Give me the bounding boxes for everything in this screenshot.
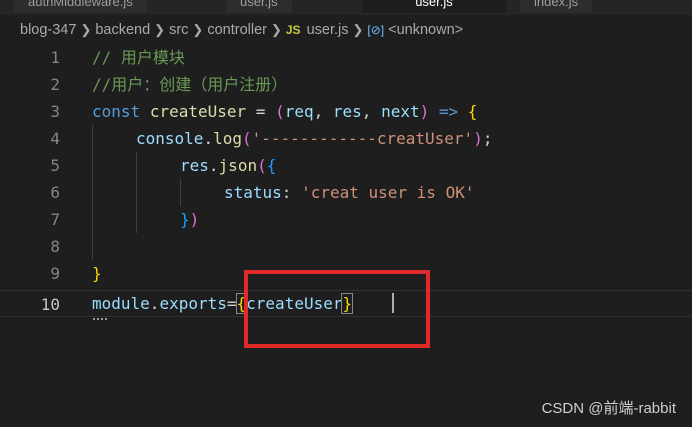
code-brace: { bbox=[266, 156, 277, 175]
line-number: 10 bbox=[40, 295, 60, 314]
code-punct: : bbox=[281, 183, 292, 202]
breadcrumb-item-root[interactable]: blog-347 bbox=[20, 22, 76, 38]
chevron-right-icon: ❯ bbox=[80, 22, 92, 37]
chevron-right-icon: ❯ bbox=[270, 22, 282, 37]
breadcrumb-item-controller[interactable]: controller bbox=[207, 22, 267, 38]
code-punct: . bbox=[203, 129, 214, 148]
code-paren: ) bbox=[189, 210, 200, 229]
code-param: res bbox=[332, 102, 362, 121]
code-line: 8 bbox=[0, 233, 692, 260]
line-number: 8 bbox=[50, 237, 60, 256]
editor-tab-bar: authMiddleware.js user.js user.js index.… bbox=[0, 0, 692, 15]
code-line: 3 const createUser = (req, res, next) =>… bbox=[0, 98, 692, 125]
line-number: 3 bbox=[50, 102, 60, 121]
code-comment: //用户：创建（用户注册） bbox=[92, 75, 288, 94]
hint-squiggle bbox=[93, 316, 107, 320]
breadcrumb: blog-347 ❯ backend ❯ src ❯ controller ❯ … bbox=[0, 15, 692, 45]
line-number: 2 bbox=[50, 75, 60, 94]
code-operator: = bbox=[255, 102, 266, 121]
code-line: 1 // 用户模块 bbox=[0, 44, 692, 71]
line-number: 9 bbox=[50, 264, 60, 283]
code-identifier: createUser bbox=[149, 102, 247, 121]
code-line: 7 }) bbox=[0, 206, 692, 233]
tab-index-js[interactable]: index.js bbox=[520, 0, 593, 13]
code-paren: ) bbox=[419, 102, 430, 121]
code-brace: { bbox=[467, 102, 478, 121]
code-function: log bbox=[213, 129, 242, 148]
code-brace: } bbox=[180, 210, 190, 229]
code-paren: ( bbox=[275, 102, 285, 121]
code-property: status bbox=[224, 183, 282, 202]
line-number: 1 bbox=[50, 48, 60, 67]
breadcrumb-item-src[interactable]: src bbox=[169, 22, 188, 38]
tab-user-js-1[interactable]: user.js bbox=[226, 0, 292, 13]
code-arrow: => bbox=[438, 102, 459, 121]
code-string: '------------creatUser' bbox=[251, 129, 474, 148]
code-paren: ( bbox=[257, 156, 267, 175]
line-number: 6 bbox=[50, 183, 60, 202]
chevron-right-icon: ❯ bbox=[192, 22, 204, 37]
code-paren: ( bbox=[241, 129, 252, 148]
line-number: 5 bbox=[50, 156, 60, 175]
code-identifier: exports bbox=[159, 294, 227, 313]
code-paren: ) bbox=[473, 129, 483, 148]
symbol-variable-icon: [⊘] bbox=[367, 23, 385, 37]
code-punct: , bbox=[313, 102, 324, 121]
code-param: req bbox=[284, 102, 314, 121]
code-line: 5 res.json({ bbox=[0, 152, 692, 179]
tab-user-js-active[interactable]: user.js bbox=[362, 0, 506, 13]
code-punct: . bbox=[208, 156, 219, 175]
code-punct: . bbox=[149, 294, 160, 313]
js-file-icon: JS bbox=[285, 23, 301, 37]
line-number: 4 bbox=[50, 129, 60, 148]
code-brace: } bbox=[92, 264, 102, 283]
line-number: 7 bbox=[50, 210, 60, 229]
code-punct: ; bbox=[482, 129, 493, 148]
code-line: 6 status: 'creat user is OK' bbox=[0, 179, 692, 206]
code-operator: = bbox=[226, 294, 237, 313]
annotation-highlight-box bbox=[244, 270, 430, 348]
code-function: json bbox=[218, 156, 258, 175]
code-keyword: const bbox=[92, 102, 141, 121]
tab-auth-middleware[interactable]: authMiddleware.js bbox=[14, 0, 147, 13]
code-punct: , bbox=[361, 102, 372, 121]
code-line: 4 console.log('------------creatUser'); bbox=[0, 125, 692, 152]
breadcrumb-item-file[interactable]: user.js bbox=[307, 22, 349, 38]
code-string: 'creat user is OK' bbox=[301, 183, 475, 202]
chevron-right-icon: ❯ bbox=[352, 22, 364, 37]
code-identifier: module bbox=[92, 294, 150, 313]
breadcrumb-item-backend[interactable]: backend bbox=[95, 22, 150, 38]
code-comment: // 用户模块 bbox=[92, 48, 185, 67]
watermark: CSDN @前端-rabbit bbox=[541, 400, 676, 417]
chevron-right-icon: ❯ bbox=[154, 22, 166, 37]
code-line: 2 //用户：创建（用户注册） bbox=[0, 71, 692, 98]
breadcrumb-item-symbol[interactable]: <unknown> bbox=[388, 22, 463, 38]
code-param: next bbox=[381, 102, 420, 121]
code-identifier: console bbox=[136, 129, 204, 148]
code-identifier: res bbox=[180, 156, 209, 175]
